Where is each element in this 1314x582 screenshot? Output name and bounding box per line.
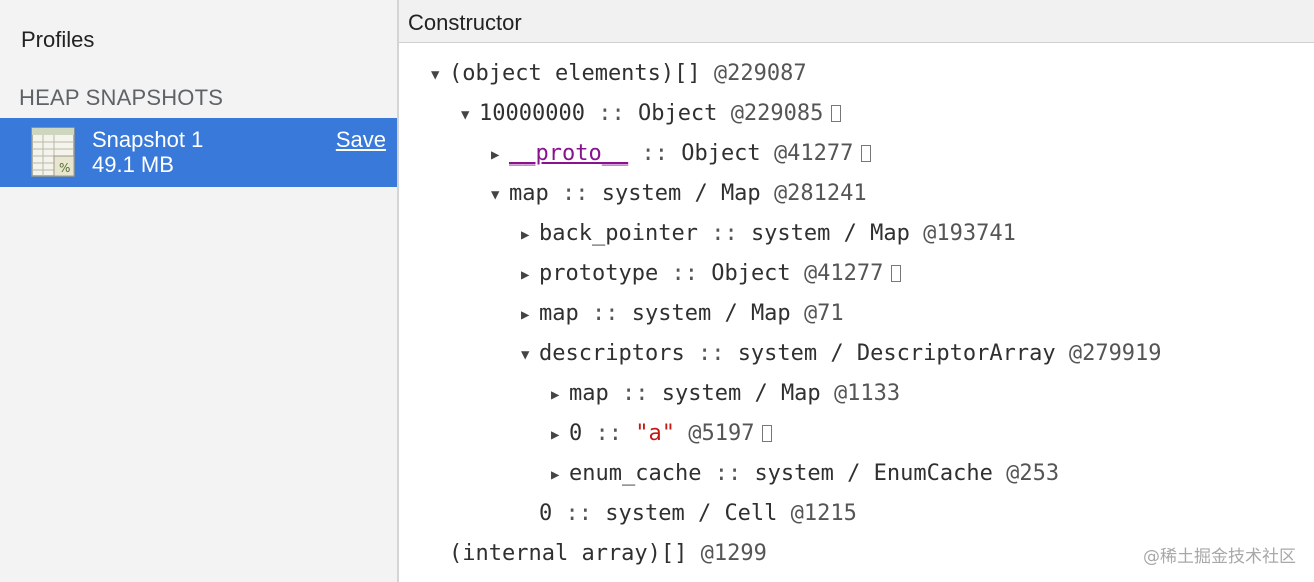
watermark: @稀土掘金技术社区	[1143, 547, 1296, 567]
node-address: @41277	[773, 141, 854, 166]
collapsed-triangle-icon[interactable]: ▶	[491, 135, 509, 175]
node-separator: ::	[548, 181, 602, 206]
constructor-column-header[interactable]: Constructor	[399, 0, 1314, 43]
node-type: system / DescriptorArray	[737, 341, 1056, 366]
tree-row[interactable]: (internal array)[] @1299	[431, 534, 767, 574]
node-separator: ::	[684, 341, 738, 366]
node-address: @281241	[773, 181, 867, 206]
tree-row[interactable]: ▼ 10000000 :: Object @229085	[461, 94, 842, 135]
collapsed-triangle-icon[interactable]: ▶	[551, 375, 569, 415]
node-name: map	[509, 181, 549, 206]
expanded-triangle-icon[interactable]: ▼	[461, 95, 479, 135]
node-name: 0	[569, 421, 583, 446]
tree-row[interactable]: ▶ prototype :: Object @41277	[521, 254, 902, 295]
node-type: system / Map	[661, 381, 821, 406]
node-name: map	[569, 381, 609, 406]
svg-text:%: %	[59, 161, 70, 175]
sidebar-title: Profiles	[21, 27, 95, 52]
heap-snapshots-header: HEAP SNAPSHOTS	[19, 85, 224, 110]
node-separator: ::	[608, 381, 662, 406]
collapsed-triangle-icon[interactable]: ▶	[521, 255, 539, 295]
tree-row[interactable]: ▼ descriptors :: system / DescriptorArray…	[521, 334, 1162, 374]
node-name: (object elements)[]	[449, 61, 701, 86]
node-separator: ::	[697, 221, 751, 246]
node-type: system / Cell	[605, 501, 778, 526]
node-type: system / Map	[750, 221, 910, 246]
node-name: 10000000	[479, 101, 585, 126]
reveal-object-icon[interactable]	[891, 265, 902, 282]
node-address: @193741	[923, 221, 1016, 246]
node-separator: ::	[658, 261, 712, 286]
node-address: @253	[1006, 461, 1060, 486]
reveal-object-icon[interactable]	[861, 145, 872, 162]
column-header-label: Constructor	[408, 10, 522, 35]
node-name: back_pointer	[539, 221, 698, 246]
node-type: "a"	[635, 421, 675, 446]
tree-row[interactable]: ▼ map :: system / Map @281241	[491, 174, 867, 214]
save-link[interactable]: Save	[336, 127, 386, 153]
node-name: __proto__	[509, 141, 629, 166]
node-address: @229087	[713, 61, 807, 86]
collapsed-triangle-icon[interactable]: ▶	[551, 415, 569, 455]
tree-row[interactable]: ▶ back_pointer :: system / Map @193741	[521, 214, 1016, 254]
spreadsheet-percent-icon: %	[31, 127, 75, 177]
node-address: @1299	[700, 541, 767, 566]
collapsed-triangle-icon[interactable]: ▶	[551, 455, 569, 495]
node-separator: ::	[552, 501, 606, 526]
expanded-triangle-icon[interactable]: ▼	[521, 335, 539, 375]
tree-row[interactable]: ▶ 0 :: "a" @5197	[551, 414, 773, 455]
profiles-sidebar: Profiles HEAP SNAPSHOTS % Snapshot 1 49.…	[0, 0, 399, 582]
node-separator: ::	[578, 301, 632, 326]
reveal-object-icon[interactable]	[762, 425, 773, 442]
node-address: @1133	[833, 381, 901, 406]
node-name: map	[539, 301, 579, 326]
node-type: system / Map	[631, 301, 791, 326]
tree-row[interactable]: 0 :: system / Cell @1215	[521, 494, 857, 534]
node-type: Object	[681, 141, 761, 166]
reveal-object-icon[interactable]	[831, 105, 842, 122]
snapshot-size: 49.1 MB	[92, 152, 174, 177]
node-address: @279919	[1068, 341, 1162, 366]
collapsed-triangle-icon[interactable]: ▶	[521, 295, 539, 335]
node-type: system / Map	[601, 181, 761, 206]
node-type: Object	[637, 101, 718, 126]
node-name: prototype	[539, 261, 659, 286]
node-name: descriptors	[539, 341, 685, 366]
node-address: @1215	[790, 501, 857, 526]
tree-row[interactable]: ▶ enum_cache :: system / EnumCache @253	[551, 454, 1059, 494]
snapshot-item[interactable]: % Snapshot 1 49.1 MB Save	[0, 118, 397, 187]
snapshot-name: Snapshot 1	[92, 127, 204, 152]
expanded-triangle-icon[interactable]: ▼	[431, 55, 449, 95]
devtools-memory-panel: Profiles HEAP SNAPSHOTS % Snapshot 1 49.…	[0, 0, 1314, 582]
node-separator: ::	[701, 461, 755, 486]
node-name: 0	[539, 501, 553, 526]
node-address: @229085	[730, 101, 824, 126]
node-separator: ::	[584, 101, 638, 126]
expanded-triangle-icon[interactable]: ▼	[491, 175, 509, 215]
node-type: system / EnumCache	[754, 461, 993, 486]
tree-row[interactable]: ▼ (object elements)[] @229087	[431, 54, 807, 94]
tree-row[interactable]: ▶ map :: system / Map @1133	[551, 374, 900, 414]
tree-row[interactable]: ▶ map :: system / Map @71	[521, 294, 844, 334]
node-address: @5197	[688, 421, 755, 446]
retainers-tree-panel: Constructor ▼ (object elements)[] @229087…	[399, 0, 1314, 582]
node-type: Object	[711, 261, 791, 286]
node-name: (internal array)[]	[449, 541, 688, 566]
clipped-row-above	[411, 41, 611, 47]
node-separator: ::	[582, 421, 636, 446]
node-address: @41277	[803, 261, 884, 286]
tree-row[interactable]: ▶ __proto__ :: Object @41277	[491, 134, 872, 175]
collapsed-triangle-icon[interactable]: ▶	[521, 215, 539, 255]
node-address: @71	[803, 301, 844, 326]
node-separator: ::	[628, 141, 682, 166]
node-name: enum_cache	[569, 461, 702, 486]
